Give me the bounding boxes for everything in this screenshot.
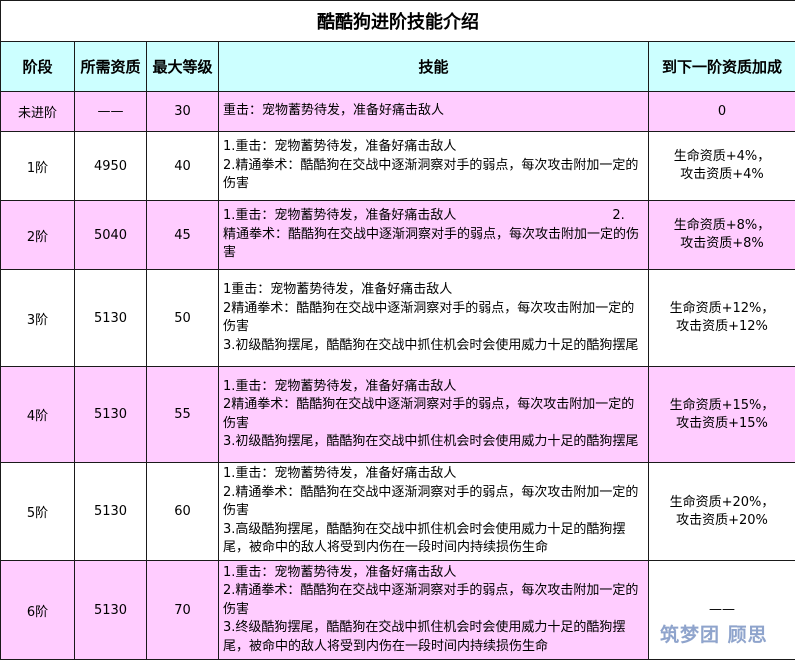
table-title: 酷酷狗进阶技能介绍 xyxy=(1,1,795,42)
skill-line: 3.终级酷狗摆尾，酷酷狗在交战中抓住机会时会使用威力十足的酷狗摆尾，被命中的敌人… xyxy=(223,619,644,656)
max-level-cell: 45 xyxy=(147,201,219,270)
stage-cell: 未进阶 xyxy=(1,92,75,132)
max-level-cell: 55 xyxy=(147,367,219,463)
aptitude-cell: 5040 xyxy=(75,201,147,270)
bonus-line: 攻击资质+20% xyxy=(649,512,795,530)
aptitude-value: —— xyxy=(98,104,124,119)
table-row: 5阶 5130 60 1.重击：宠物蓄势待发，准备好痛击敌人 2.精通拳术：酷酷… xyxy=(1,463,795,561)
skill-line: 1.重击：宠物蓄势待发，准备好痛击敌人 2. xyxy=(223,207,644,226)
header-max-level: 最大等级 xyxy=(147,42,219,92)
max-level-cell: 30 xyxy=(147,92,219,132)
max-level-cell: 60 xyxy=(147,463,219,561)
bonus-line: 攻击资质+4% xyxy=(649,166,795,184)
bonus-cell: 0 xyxy=(649,92,795,132)
skill-line: 1.重击：宠物蓄势待发，准备好痛击敌人 xyxy=(223,564,644,583)
skill-line: 3.初级酷狗摆尾，酷酷狗在交战中抓住机会时会使用威力十足的酷狗摆尾 xyxy=(223,337,644,356)
stage-cell: 2阶 xyxy=(1,201,75,270)
stage-cell: 3阶 xyxy=(1,270,75,367)
watermark-text: 筑梦团 顾思 xyxy=(660,620,768,647)
skill-line: 1.重击：宠物蓄势待发，准备好痛击敌人 xyxy=(223,378,644,397)
skill-line: 2精通拳术：酷酷狗在交战中逐渐洞察对手的弱点，每次攻击附加一定的伤害 xyxy=(223,396,644,433)
bonus-line: 生命资质+15%， xyxy=(649,397,795,415)
table-row: 3阶 5130 50 1重击：宠物蓄势待发，准备好痛击敌人 2精通拳术：酷酷狗在… xyxy=(1,270,795,367)
header-aptitude: 所需资质 xyxy=(75,42,147,92)
stage-cell: 6阶 xyxy=(1,561,75,660)
skill-line: 重击：宠物蓄势待发，准备好痛击敌人 xyxy=(223,102,644,121)
bonus-line: 生命资质+8%， xyxy=(649,217,795,235)
bonus-line: —— xyxy=(649,601,795,619)
bonus-cell: 生命资质+8%， 攻击资质+8% xyxy=(649,201,795,270)
skill-line: 2.精通拳术：酷酷狗在交战中逐渐洞察对手的弱点，每次攻击附加一定的伤害 xyxy=(223,157,644,194)
bonus-cell: 生命资质+15%， 攻击资质+15% xyxy=(649,367,795,463)
skill-line: 3.初级酷狗摆尾，酷酷狗在交战中抓住机会时会使用威力十足的酷狗摆尾 xyxy=(223,433,644,452)
skills-cell: 1.重击：宠物蓄势待发，准备好痛击敌人 2.精通拳术：酷酷狗在交战中逐渐洞察对手… xyxy=(219,463,649,561)
aptitude-cell: 5130 xyxy=(75,270,147,367)
aptitude-cell: 5130 xyxy=(75,463,147,561)
skills-cell: 重击：宠物蓄势待发，准备好痛击敌人 xyxy=(219,92,649,132)
bonus-line: 生命资质+12%， xyxy=(649,300,795,318)
table-row: 未进阶 —— 30 重击：宠物蓄势待发，准备好痛击敌人 0 xyxy=(1,92,795,132)
skill-line: 3.高级酷狗摆尾，酷酷狗在交战中抓住机会时会使用威力十足的酷狗摆尾，被命中的敌人… xyxy=(223,521,644,558)
skills-cell: 1.重击：宠物蓄势待发，准备好痛击敌人 2.精通拳术：酷酷狗在交战中逐渐洞察对手… xyxy=(219,561,649,660)
bonus-line: 生命资质+20%， xyxy=(649,494,795,512)
max-level-cell: 40 xyxy=(147,132,219,201)
skills-cell: 1.重击：宠物蓄势待发，准备好痛击敌人 2.精通拳术：酷酷狗在交战中逐渐洞察对手… xyxy=(219,132,649,201)
bonus-cell: 生命资质+12%， 攻击资质+12% xyxy=(649,270,795,367)
bonus-line: 攻击资质+8% xyxy=(649,235,795,253)
header-skills: 技能 xyxy=(219,42,649,92)
aptitude-cell: 5130 xyxy=(75,561,147,660)
header-row: 阶段 所需资质 最大等级 技能 到下一阶资质加成 xyxy=(1,42,795,92)
max-level-cell: 50 xyxy=(147,270,219,367)
skills-cell: 1.重击：宠物蓄势待发，准备好痛击敌人 2精通拳术：酷酷狗在交战中逐渐洞察对手的… xyxy=(219,367,649,463)
skill-line: 1.重击：宠物蓄势待发，准备好痛击敌人 xyxy=(223,465,644,484)
skill-line: 2.精通拳术：酷酷狗在交战中逐渐洞察对手的弱点，每次攻击附加一定的伤害 xyxy=(223,484,644,521)
skill-line: 1重击：宠物蓄势待发，准备好痛击敌人 xyxy=(223,281,644,300)
bonus-cell: 生命资质+4%， 攻击资质+4% xyxy=(649,132,795,201)
stage-cell: 4阶 xyxy=(1,367,75,463)
table-row: 2阶 5040 45 1.重击：宠物蓄势待发，准备好痛击敌人 2. 精通拳术：酷… xyxy=(1,201,795,270)
skill-line: 1.重击：宠物蓄势待发，准备好痛击敌人 xyxy=(223,138,644,157)
aptitude-cell: 4950 xyxy=(75,132,147,201)
aptitude-cell: 5130 xyxy=(75,367,147,463)
bonus-line: 生命资质+4%， xyxy=(649,148,795,166)
title-row: 酷酷狗进阶技能介绍 xyxy=(1,1,795,42)
table-row: 1阶 4950 40 1.重击：宠物蓄势待发，准备好痛击敌人 2.精通拳术：酷酷… xyxy=(1,132,795,201)
skill-line: 2精通拳术：酷酷狗在交战中逐渐洞察对手的弱点，每次攻击附加一定的伤害 xyxy=(223,300,644,337)
skill-table: 酷酷狗进阶技能介绍 阶段 所需资质 最大等级 技能 到下一阶资质加成 未进阶 —… xyxy=(0,0,795,660)
skill-line: 2.精通拳术：酷酷狗在交战中逐渐洞察对手的弱点，每次攻击附加一定的伤害 xyxy=(223,582,644,619)
stage-cell: 5阶 xyxy=(1,463,75,561)
bonus-line: 攻击资质+15% xyxy=(649,415,795,433)
bonus-line: 0 xyxy=(649,103,795,121)
stage-cell: 1阶 xyxy=(1,132,75,201)
bonus-line: 攻击资质+12% xyxy=(649,318,795,336)
header-stage: 阶段 xyxy=(1,42,75,92)
aptitude-cell: —— xyxy=(75,92,147,132)
skills-cell: 1.重击：宠物蓄势待发，准备好痛击敌人 2. 精通拳术：酷酷狗在交战中逐渐洞察对… xyxy=(219,201,649,270)
max-level-cell: 70 xyxy=(147,561,219,660)
header-bonus: 到下一阶资质加成 xyxy=(649,42,795,92)
skill-line: 精通拳术：酷酷狗在交战中逐渐洞察对手的弱点，每次攻击附加一定的伤害 xyxy=(223,226,644,263)
skills-cell: 1重击：宠物蓄势待发，准备好痛击敌人 2精通拳术：酷酷狗在交战中逐渐洞察对手的弱… xyxy=(219,270,649,367)
bonus-cell: 生命资质+20%， 攻击资质+20% xyxy=(649,463,795,561)
table-row: 4阶 5130 55 1.重击：宠物蓄势待发，准备好痛击敌人 2精通拳术：酷酷狗… xyxy=(1,367,795,463)
